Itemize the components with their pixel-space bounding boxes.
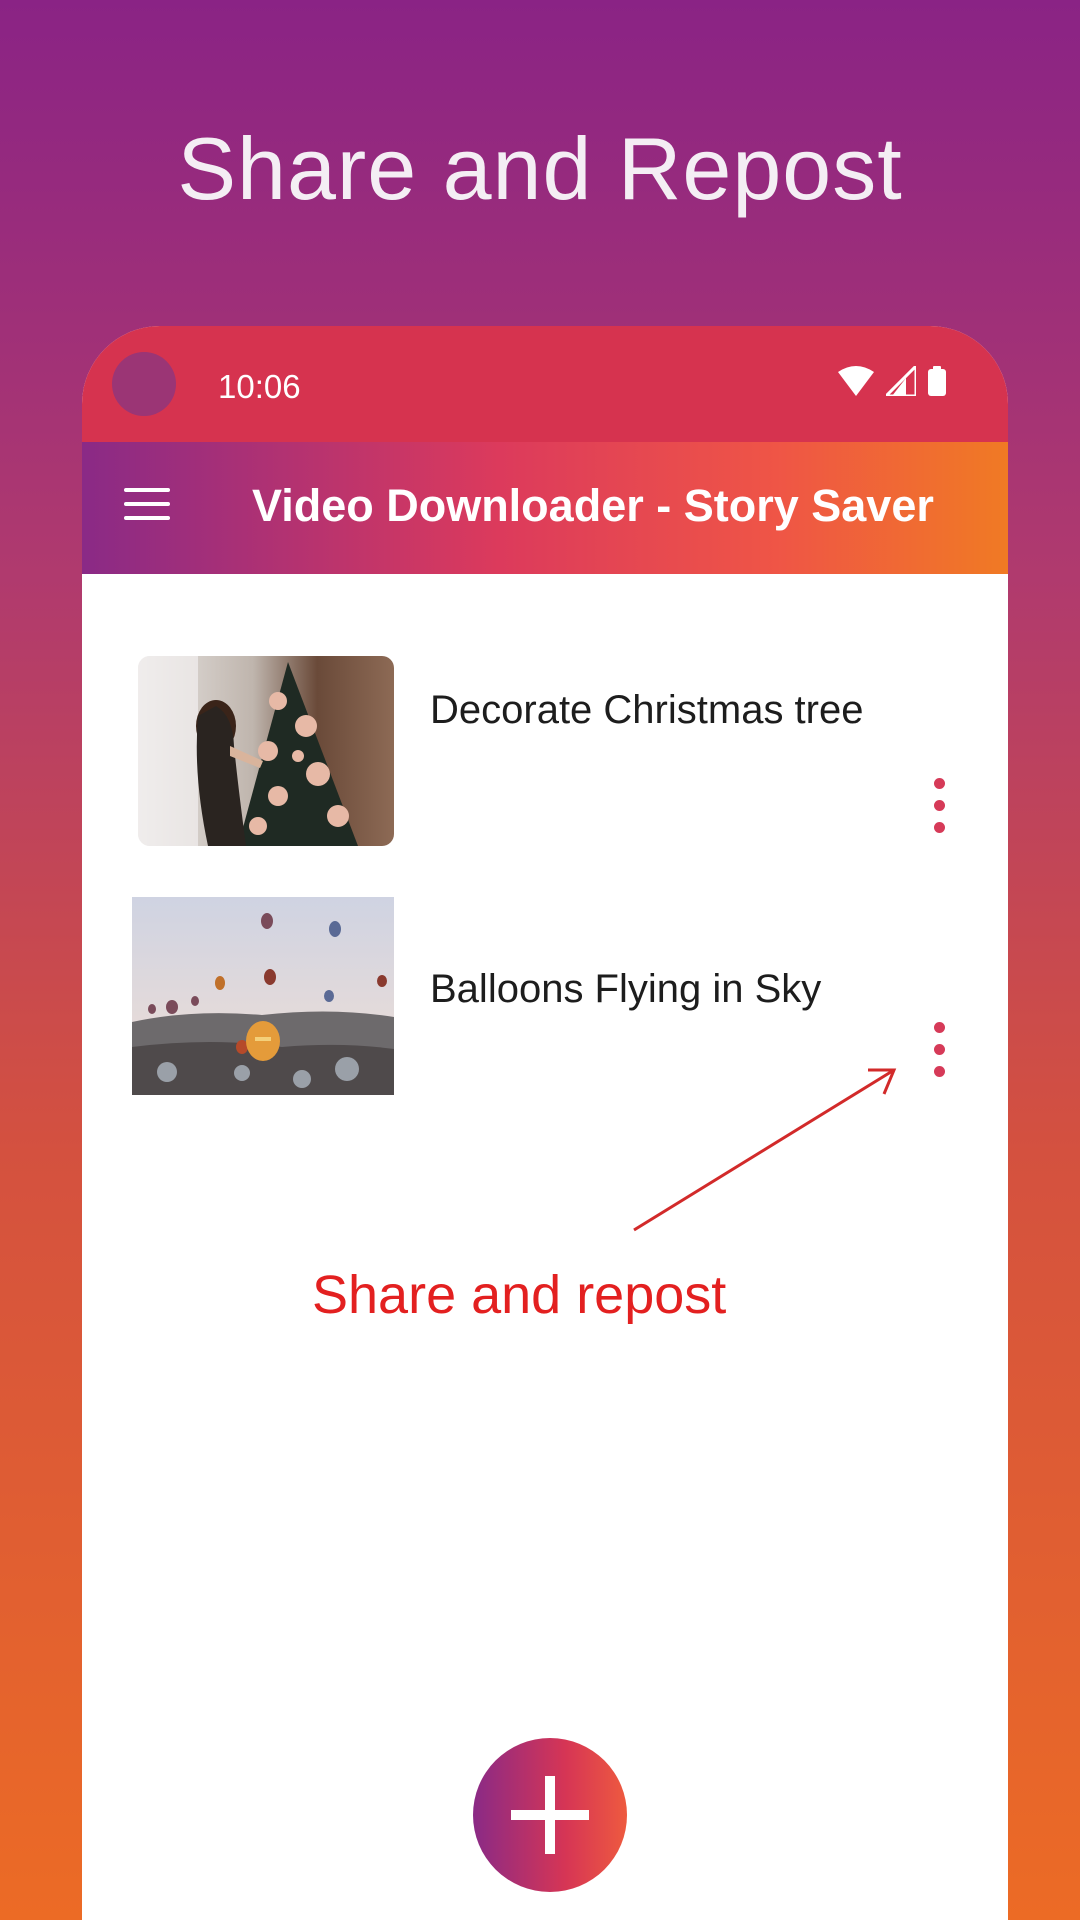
phone-frame: 10:06 Video Downloader - Story Saver Dec… — [82, 326, 1008, 1920]
add-fab-button[interactable] — [473, 1738, 627, 1892]
promo-headline: Share and Repost — [177, 119, 903, 218]
annotation-arrow — [633, 1068, 897, 1232]
annotation-text: Share and repost — [312, 1265, 727, 1325]
plus-icon — [511, 1776, 589, 1854]
